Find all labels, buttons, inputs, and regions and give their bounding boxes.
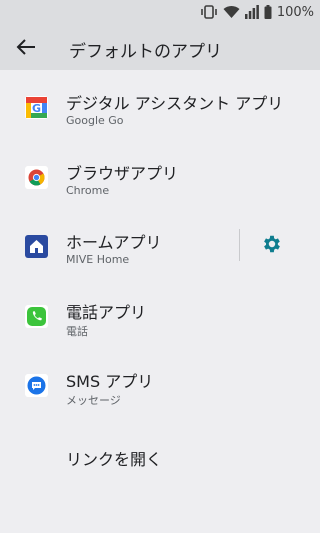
- row-sms-app[interactable]: SMS アプリ メッセージ: [0, 348, 320, 418]
- row-subtitle: MIVE Home: [66, 253, 130, 266]
- chrome-icon: [25, 165, 48, 189]
- row-digital-assistant[interactable]: G デジタル アシスタント アプリ Google Go: [0, 70, 320, 140]
- vibrate-icon: [200, 5, 218, 19]
- row-subtitle: 電話: [66, 324, 88, 338]
- gear-icon[interactable]: [261, 233, 283, 255]
- row-subtitle: メッセージ: [66, 394, 121, 407]
- mive-home-icon: [25, 235, 48, 258]
- row-title: デジタル アシスタント アプリ: [66, 94, 284, 113]
- row-home-app[interactable]: ホームアプリ MIVE Home: [0, 209, 320, 279]
- row-open-links[interactable]: リンクを開く: [0, 418, 320, 488]
- messages-icon: [25, 374, 48, 397]
- row-divider: [239, 229, 240, 261]
- page-title: デフォルトのアプリ: [69, 42, 222, 62]
- battery-percent: 100%: [276, 4, 314, 20]
- row-subtitle: Google Go: [66, 114, 124, 127]
- row-title: 電話アプリ: [66, 302, 147, 322]
- default-apps-list: G デジタル アシスタント アプリ Google Go ブラウザアプリ Chro…: [0, 70, 320, 487]
- row-subtitle: Chrome: [66, 183, 110, 197]
- phone-icon: [25, 304, 48, 328]
- status-icons: 100%: [200, 3, 314, 21]
- battery-icon: [264, 5, 272, 19]
- signal-icon: [244, 5, 259, 19]
- wifi-icon: [223, 5, 240, 19]
- svg-text:G: G: [32, 102, 41, 115]
- app-bar: デフォルトのアプリ: [0, 24, 320, 70]
- row-browser[interactable]: ブラウザアプリ Chrome: [0, 140, 320, 210]
- row-title: リンクを開く: [66, 449, 163, 469]
- row-title: ホームアプリ: [66, 233, 162, 252]
- row-title: ブラウザアプリ: [66, 163, 179, 183]
- row-title: SMS アプリ: [66, 372, 154, 391]
- google-go-icon: G: [25, 96, 48, 119]
- back-arrow-icon[interactable]: [14, 37, 38, 57]
- row-phone-app[interactable]: 電話アプリ 電話: [0, 279, 320, 349]
- status-bar: 100%: [0, 0, 320, 24]
